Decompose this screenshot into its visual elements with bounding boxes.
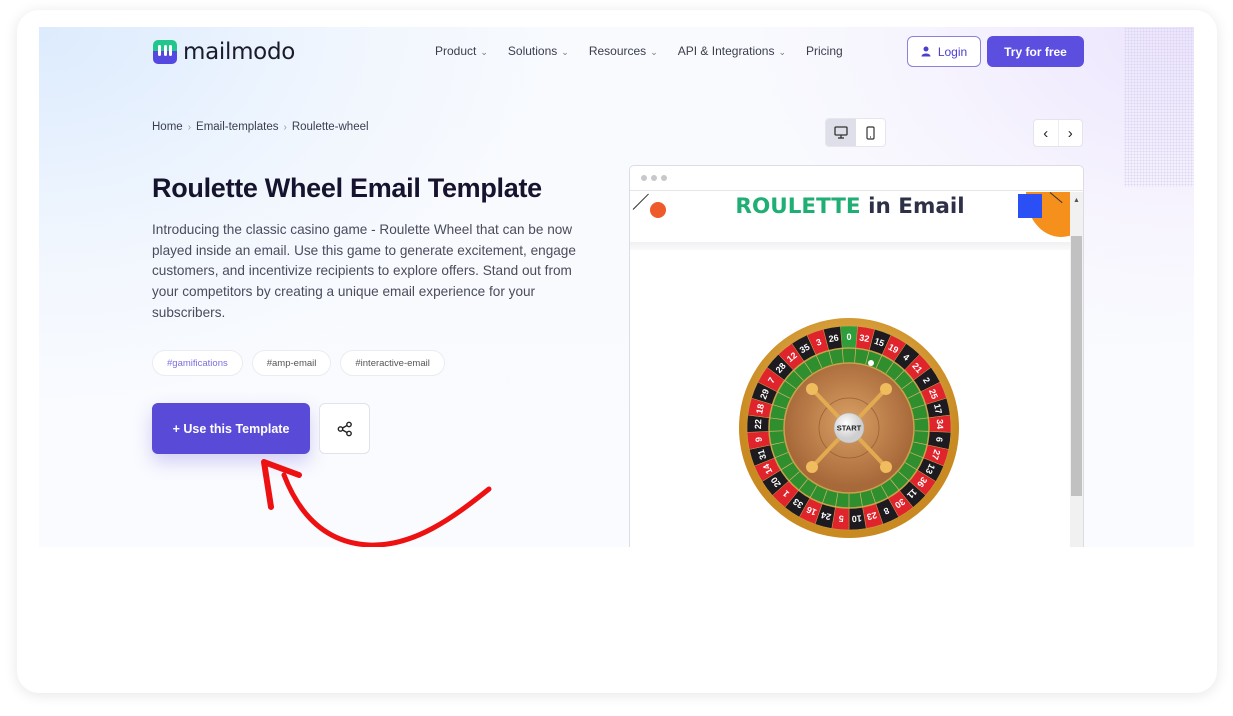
main-nav: Product ⌄ Solutions ⌄ Resources ⌄ API & Int… xyxy=(435,44,843,58)
logo-text: mailmodo xyxy=(183,39,296,65)
previous-template-button[interactable]: ‹ xyxy=(1034,120,1058,146)
nav-label: Product xyxy=(435,44,477,58)
mobile-view-button[interactable] xyxy=(856,119,886,146)
login-label: Login xyxy=(937,44,968,59)
wheel-number: 17 xyxy=(932,403,944,415)
wheel-number: 0 xyxy=(846,332,851,342)
email-title: ROULETTE in Email xyxy=(630,194,1070,219)
chevron-right-icon: › xyxy=(283,121,287,133)
tag-interactive-email[interactable]: #interactive-email xyxy=(340,350,445,376)
email-title-rest: in Email xyxy=(860,194,965,219)
nav-label: API & Integrations xyxy=(677,44,775,58)
wheel-number: 34 xyxy=(935,419,945,429)
curved-arrow-annotation xyxy=(261,459,492,547)
email-preview-content: ROULETTE in Email 0 32 15 19 4 21 2 25 17 34 6 27 13… xyxy=(630,192,1070,547)
header-divider xyxy=(630,242,1070,250)
wheel-spoke-knob xyxy=(806,383,818,395)
next-template-button[interactable]: › xyxy=(1057,120,1083,146)
breadcrumb-home[interactable]: Home xyxy=(152,121,183,133)
monitor-icon xyxy=(834,126,848,139)
email-title-highlight: ROULETTE xyxy=(735,194,861,219)
roulette-ball xyxy=(868,360,874,366)
nav-item-pricing[interactable]: Pricing xyxy=(806,44,843,58)
nav-item-solutions[interactable]: Solutions ⌄ xyxy=(508,44,569,58)
screenshot-card: mailmodo Product ⌄ Solutions ⌄ Resources ⌄ … xyxy=(17,10,1217,693)
wheel-spoke-knob xyxy=(806,461,818,473)
tag-list: #gamifications #amp-email #interactive-e… xyxy=(152,350,445,376)
breadcrumb-current: Roulette-wheel xyxy=(291,121,369,133)
nav-item-product[interactable]: Product ⌄ xyxy=(435,44,488,58)
email-preview-window: ROULETTE in Email 0 32 15 19 4 21 2 25 17 34 6 27 13… xyxy=(629,165,1084,547)
wheel-number: 5 xyxy=(838,513,844,523)
use-template-button[interactable]: + Use this Template xyxy=(152,403,310,454)
page-description: Introducing the classic casino game - Ro… xyxy=(152,222,576,320)
user-icon xyxy=(921,46,931,57)
chevron-down-icon: ⌄ xyxy=(561,46,569,57)
smartphone-icon xyxy=(866,125,875,140)
browser-dots xyxy=(630,166,1083,191)
wheel-spoke-knob xyxy=(880,383,892,395)
chevron-down-icon: ⌄ xyxy=(778,46,787,57)
chevron-down-icon: ⌄ xyxy=(650,46,658,57)
roulette-wheel[interactable]: 0 32 15 19421225173462713361130823105241633… xyxy=(738,317,960,539)
nav-label: Solutions xyxy=(507,44,558,58)
nav-item-api-integrations[interactable]: API & Integrations ⌄ xyxy=(678,44,786,58)
nav-label: Pricing xyxy=(806,44,843,58)
chevron-down-icon: ⌄ xyxy=(480,46,488,57)
wheel-number: 26 xyxy=(828,333,840,345)
preview-scrollbar[interactable]: ▲ xyxy=(1070,192,1083,547)
nav-label: Resources xyxy=(588,44,647,58)
wheel-number: 32 xyxy=(859,333,871,345)
wheel-spoke-knob xyxy=(880,461,892,473)
scroll-up-arrow-icon[interactable]: ▲ xyxy=(1070,192,1083,208)
template-pager: ‹ › xyxy=(1033,119,1083,147)
share-icon xyxy=(337,421,352,436)
nav-item-resources[interactable]: Resources ⌄ xyxy=(589,44,658,58)
wheel-number: 10 xyxy=(851,513,862,524)
tag-amp-email[interactable]: #amp-email xyxy=(251,350,332,376)
dot-pattern-decoration xyxy=(1124,27,1194,187)
breadcrumb-email-templates[interactable]: Email-templates xyxy=(196,121,278,133)
start-label: START xyxy=(837,424,862,433)
device-toggle xyxy=(825,118,886,147)
logo[interactable]: mailmodo xyxy=(153,39,295,65)
scrollbar-thumb[interactable] xyxy=(1071,236,1082,496)
mailmodo-logo-icon xyxy=(153,40,177,64)
share-button[interactable] xyxy=(319,403,370,454)
hero-section: mailmodo Product ⌄ Solutions ⌄ Resources ⌄ … xyxy=(39,27,1194,547)
tag-gamifications[interactable]: #gamifications xyxy=(152,350,243,376)
breadcrumb: Home › Email-templates › Roulette-wheel xyxy=(152,121,369,133)
desktop-view-button[interactable] xyxy=(826,119,856,146)
wheel-number: 18 xyxy=(754,403,766,415)
chevron-right-icon: › xyxy=(187,121,192,133)
page-title: Roulette Wheel Email Template xyxy=(152,173,542,203)
wheel-number: 22 xyxy=(753,419,763,429)
try-for-free-button[interactable]: Try for free xyxy=(987,36,1084,67)
email-header: ROULETTE in Email xyxy=(630,192,1070,242)
login-button[interactable]: Login xyxy=(907,36,981,67)
